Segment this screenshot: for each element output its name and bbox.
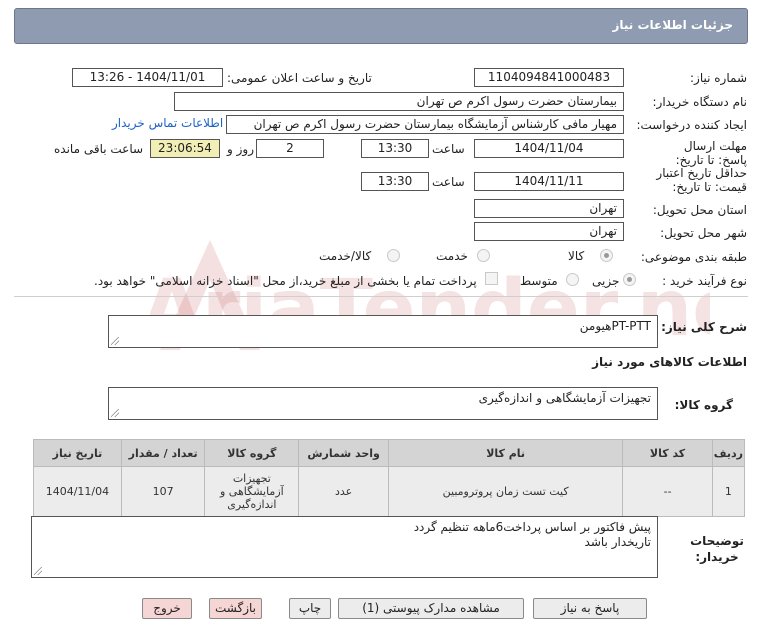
col-name: نام کالا [387, 439, 624, 467]
city-label: شهر محل تحویل: [660, 226, 747, 240]
purchase-option-small: جزیی [592, 274, 620, 288]
goods-group-field[interactable]: تجهیزات آزمایشگاهی و اندازه‌گیری [108, 387, 658, 420]
print-button[interactable]: چاپ [289, 598, 331, 619]
city-field[interactable]: تهران [474, 222, 624, 241]
buyer-notes-line2: تاریخدار باشد [584, 535, 651, 549]
buyer-notes-label-line1: توضیحات [690, 534, 744, 548]
table-header-row: ردیف کد کالا نام کالا واحد شمارش گروه کا… [33, 439, 746, 467]
cell-code: -- [622, 466, 713, 517]
category-radio-goods-service[interactable] [387, 249, 400, 262]
validity-time-field[interactable]: 13:30 [361, 172, 429, 191]
items-table: ردیف کد کالا نام کالا واحد شمارش گروه کا… [33, 439, 746, 517]
purchase-option-medium: متوسط [520, 274, 558, 288]
description-field[interactable]: PT-PTTهیومن [108, 315, 658, 348]
page-title: جزئیات اطلاعات نیاز [612, 18, 733, 32]
category-option-goods: کالا [568, 249, 585, 263]
resize-grip-icon[interactable] [111, 409, 119, 417]
price-validity-label: حداقل تاریخ اعتبار قیمت: تا تاریخ: [656, 166, 747, 194]
reply-button[interactable]: پاسخ به نیاز [533, 598, 647, 619]
days-label: روز و [227, 142, 254, 156]
buyer-org-field[interactable]: بیمارستان حضرت رسول اکرم ص تهران [174, 92, 624, 111]
buyer-notes-field[interactable]: پیش فاکتور بر اساس پرداخت6ماهه تنظیم گرد… [31, 516, 658, 578]
cell-name: کیت تست زمان پروترومبین [387, 466, 624, 517]
cell-unit: عدد [298, 466, 389, 517]
col-unit: واحد شمارش [298, 439, 389, 467]
col-code: کد کالا [622, 439, 713, 467]
col-row: ردیف [711, 439, 746, 467]
treasury-payment-note: پرداخت تمام یا بخشی از مبلغ خرید،از محل … [94, 274, 477, 288]
view-attachments-button[interactable]: مشاهده مدارک پیوستی (1) [338, 598, 524, 619]
need-number-label: شماره نیاز: [690, 71, 747, 85]
remaining-time-field[interactable]: 23:06:54 [150, 139, 220, 158]
goods-group-label: گروه کالا: [674, 398, 733, 412]
treasury-payment-checkbox[interactable] [485, 272, 498, 285]
exit-button[interactable]: خروج [142, 598, 192, 619]
page-header: جزئیات اطلاعات نیاز [14, 8, 748, 44]
announce-date-field[interactable]: 1404/11/01 - 13:26 [72, 68, 223, 87]
cell-group: تجهیزات آزمایشگاهی و اندازه‌گیری [204, 466, 300, 517]
resize-grip-icon[interactable] [34, 567, 42, 575]
validity-date-field[interactable]: 1404/11/11 [474, 172, 624, 191]
cell-row: 1 [711, 466, 746, 517]
goods-group-text: تجهیزات آزمایشگاهی و اندازه‌گیری [478, 391, 651, 405]
purchase-radio-medium[interactable] [566, 273, 579, 286]
cell-qty: 107 [120, 466, 206, 517]
category-radio-service[interactable] [477, 249, 490, 262]
province-label: استان محل تحویل: [652, 203, 747, 217]
reply-time-label: ساعت [432, 142, 465, 156]
watermark-logo: AriaTender.neT [142, 230, 761, 370]
resize-grip-icon[interactable] [111, 337, 119, 345]
province-field[interactable]: تهران [474, 199, 624, 218]
col-qty: تعداد / مقدار [120, 439, 206, 467]
reply-deadline-label: مهلت ارسال پاسخ: تا تاریخ: [675, 139, 747, 167]
cell-date: 1404/11/04 [33, 466, 122, 517]
col-date: تاریخ نیاز [33, 439, 122, 467]
buyer-org-label: نام دستگاه خریدار: [652, 95, 748, 109]
back-button[interactable]: بازگشت [209, 598, 262, 619]
category-option-goods-service: کالا/خدمت [319, 249, 372, 263]
requester-field[interactable]: مهیار مافی کارشناس آزمایشگاه بیمارستان ح… [226, 115, 624, 134]
buyer-notes-line1: پیش فاکتور بر اساس پرداخت6ماهه تنظیم گرد… [413, 520, 651, 534]
section-divider [14, 296, 748, 297]
category-option-service: خدمت [436, 249, 468, 263]
purchase-radio-small[interactable] [623, 273, 636, 286]
validity-time-label: ساعت [432, 175, 465, 189]
reply-date-field[interactable]: 1404/11/04 [474, 139, 624, 158]
table-row: 1 -- کیت تست زمان پروترومبین عدد تجهیزات… [33, 466, 746, 517]
remaining-time-label: ساعت باقی مانده [54, 142, 144, 156]
days-remaining-field[interactable]: 2 [256, 139, 324, 158]
col-group: گروه کالا [204, 439, 300, 467]
description-text: PT-PTTهیومن [579, 319, 651, 333]
reply-time-field[interactable]: 13:30 [361, 139, 429, 158]
category-radio-goods[interactable] [600, 249, 613, 262]
announce-date-label: تاریخ و ساعت اعلان عمومی: [227, 71, 372, 85]
buyer-contact-link[interactable]: اطلاعات تماس خریدار [112, 116, 223, 130]
purchase-type-label: نوع فرآیند خرید : [662, 274, 747, 288]
goods-info-title: اطلاعات کالاهای مورد نیاز [592, 355, 747, 369]
buyer-notes-label-line2: خریدار: [695, 550, 739, 564]
description-label: شرح کلی نیاز: [661, 320, 747, 334]
requester-label: ایجاد کننده درخواست: [636, 118, 747, 132]
need-number-field[interactable]: 1104094841000483 [474, 68, 624, 87]
category-label: طبقه بندی موضوعی: [640, 250, 747, 264]
buyer-notes-label: توضیحات خریدار: [687, 533, 747, 565]
